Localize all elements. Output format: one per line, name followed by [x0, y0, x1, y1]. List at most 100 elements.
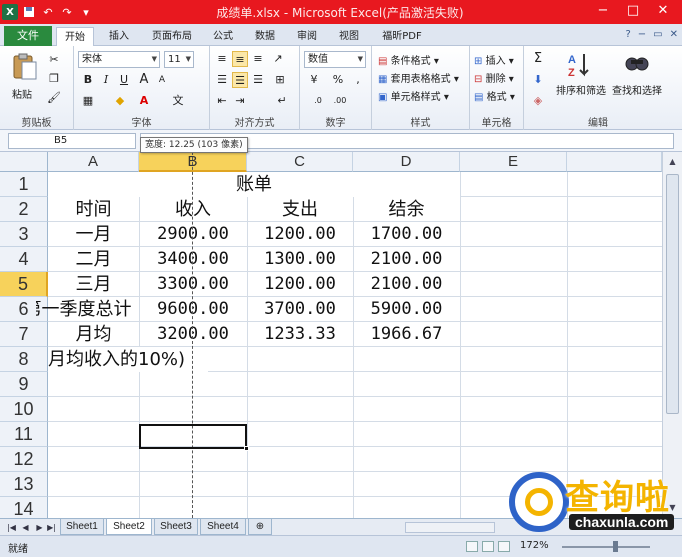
header-cell-balance[interactable]: 结余 — [353, 197, 460, 222]
row-header[interactable]: 2 — [0, 197, 48, 222]
bold-button[interactable]: B — [80, 72, 96, 88]
prev-sheet-icon[interactable]: ◀ — [20, 522, 31, 533]
table-cell[interactable]: 2100.00 — [353, 247, 460, 272]
row-header[interactable]: 10 — [0, 397, 48, 422]
undo-icon[interactable]: ↶ — [40, 4, 56, 20]
sort-filter-icon[interactable]: AZ — [566, 50, 596, 80]
header-cell-income[interactable]: 收入 — [139, 197, 247, 222]
cell-styles-button[interactable]: ▣ 单元格样式 ▾ — [378, 88, 449, 103]
table-cell[interactable]: 1300.00 — [247, 247, 353, 272]
column-header-c[interactable]: C — [247, 152, 353, 172]
fill-color-icon[interactable]: ◆ — [112, 93, 128, 109]
zoom-slider[interactable] — [562, 546, 650, 548]
spreadsheet-grid[interactable]: A B C D E 1 2 3 4 5 6 7 8 9 10 11 12 13 … — [0, 152, 662, 518]
table-cell[interactable]: 1233.33 — [247, 322, 353, 347]
sheet-title-cell[interactable]: 账单 — [48, 172, 460, 197]
tab-home[interactable]: 开始 — [56, 27, 94, 46]
font-size-combo[interactable]: 11 ▼ — [164, 51, 194, 68]
tab-foxit-pdf[interactable]: 福昕PDF — [374, 27, 430, 46]
name-box[interactable]: B5 — [8, 133, 136, 149]
table-cell[interactable]: 3700.00 — [247, 297, 353, 322]
table-cell[interactable]: 一月 — [48, 222, 139, 247]
decrease-indent-icon[interactable]: ⇤ — [214, 93, 230, 109]
row-header[interactable]: 9 — [0, 372, 48, 397]
shrink-font-button[interactable]: A — [154, 72, 170, 88]
row-header[interactable]: 14 — [0, 497, 48, 518]
increase-decimal-icon[interactable]: .0 — [310, 93, 326, 109]
table-cell[interactable]: 三月 — [48, 272, 139, 297]
decrease-decimal-icon[interactable]: .00 — [332, 93, 348, 109]
tab-formulas[interactable]: 公式 — [206, 27, 240, 46]
horizontal-scrollbar[interactable] — [405, 522, 495, 533]
borders-icon[interactable]: ▦ — [80, 93, 96, 109]
align-center-icon[interactable]: ☰ — [232, 72, 248, 88]
tab-data[interactable]: 数据 — [248, 27, 282, 46]
save-icon[interactable] — [21, 4, 37, 20]
table-cell[interactable]: 二月 — [48, 247, 139, 272]
customize-qat-icon[interactable]: ▾ — [78, 4, 94, 20]
number-format-combo[interactable]: 数值 ▼ — [304, 51, 366, 68]
delete-cells-button[interactable]: ⊟ 删除 ▾ — [474, 70, 514, 85]
font-color-icon[interactable]: A — [136, 93, 152, 109]
row-header[interactable]: 8 — [0, 347, 48, 372]
tab-page-layout[interactable]: 页面布局 — [144, 27, 200, 46]
table-cell[interactable]: 1700.00 — [353, 222, 460, 247]
excel-logo-icon[interactable]: X — [2, 4, 18, 20]
zoom-level[interactable]: 172% — [520, 540, 549, 551]
autosum-button[interactable]: Σ — [530, 51, 546, 67]
row-header[interactable]: 4 — [0, 247, 48, 272]
close-button[interactable]: ✕ — [648, 0, 678, 22]
cut-icon[interactable]: ✂ — [46, 52, 62, 68]
comma-button[interactable]: , — [350, 72, 366, 88]
conditional-format-button[interactable]: ▤ 条件格式 ▾ — [378, 52, 439, 67]
find-select-icon[interactable] — [622, 50, 652, 80]
currency-icon[interactable]: ¥ — [306, 72, 322, 88]
font-name-combo[interactable]: 宋体 ▼ — [78, 51, 160, 68]
sort-filter-label[interactable]: 排序和筛选 — [556, 82, 606, 97]
column-header-f[interactable] — [567, 152, 662, 172]
increase-indent-icon[interactable]: ⇥ — [232, 93, 248, 109]
row-header[interactable]: 3 — [0, 222, 48, 247]
align-top-icon[interactable]: ≡ — [214, 51, 230, 67]
table-cell[interactable]: 1966.67 — [353, 322, 460, 347]
redo-icon[interactable]: ↷ — [59, 4, 75, 20]
align-left-icon[interactable]: ☰ — [214, 72, 230, 88]
table-cell[interactable]: 2900.00 — [139, 222, 247, 247]
sheet-tab-sheet1[interactable]: Sheet1 — [60, 519, 104, 535]
underline-button[interactable]: U — [116, 72, 132, 88]
insert-cells-button[interactable]: ⊞ 插入 ▾ — [474, 52, 514, 67]
select-all-corner[interactable] — [0, 152, 48, 172]
table-cell[interactable]: 1200.00 — [247, 272, 353, 297]
column-header-b[interactable]: B — [139, 152, 247, 172]
format-painter-icon[interactable]: 🖌 — [46, 90, 62, 106]
format-as-table-button[interactable]: ▦ 套用表格格式 ▾ — [378, 70, 459, 85]
page-break-view-icon[interactable] — [498, 541, 510, 552]
tab-insert[interactable]: 插入 — [100, 27, 138, 46]
maximize-button[interactable]: □ — [618, 0, 648, 22]
merge-center-icon[interactable]: ⊞ — [272, 72, 288, 88]
italic-button[interactable]: I — [98, 72, 114, 88]
fill-handle[interactable] — [244, 446, 249, 451]
next-sheet-icon[interactable]: ▶ — [34, 522, 45, 533]
restore-icon[interactable]: ▭ — [653, 29, 662, 40]
table-cell[interactable]: 2100.00 — [353, 272, 460, 297]
last-sheet-icon[interactable]: ▶| — [46, 522, 57, 533]
normal-view-icon[interactable] — [466, 541, 478, 552]
row-header-selected[interactable]: 5 — [0, 272, 48, 297]
row-header[interactable]: 13 — [0, 472, 48, 497]
zoom-slider-knob[interactable] — [613, 541, 618, 552]
orientation-icon[interactable]: ↗ — [270, 51, 286, 67]
format-cells-button[interactable]: ▤ 格式 ▾ — [474, 88, 515, 103]
header-cell-time[interactable]: 时间 — [48, 197, 139, 222]
column-header-a[interactable]: A — [48, 152, 139, 172]
paste-icon[interactable] — [10, 52, 40, 82]
table-cell[interactable]: 1200.00 — [247, 222, 353, 247]
selected-cell-b5[interactable]: 3300.00 — [139, 272, 247, 297]
copy-icon[interactable]: ❐ — [46, 71, 62, 87]
column-header-e[interactable]: E — [460, 152, 567, 172]
table-cell[interactable]: 第一季度总计 — [36, 297, 139, 322]
table-cell[interactable]: 5900.00 — [353, 297, 460, 322]
row-header[interactable]: 11 — [0, 422, 48, 447]
align-right-icon[interactable]: ☰ — [250, 72, 266, 88]
sheet-tab-sheet3[interactable]: Sheet3 — [154, 519, 198, 535]
